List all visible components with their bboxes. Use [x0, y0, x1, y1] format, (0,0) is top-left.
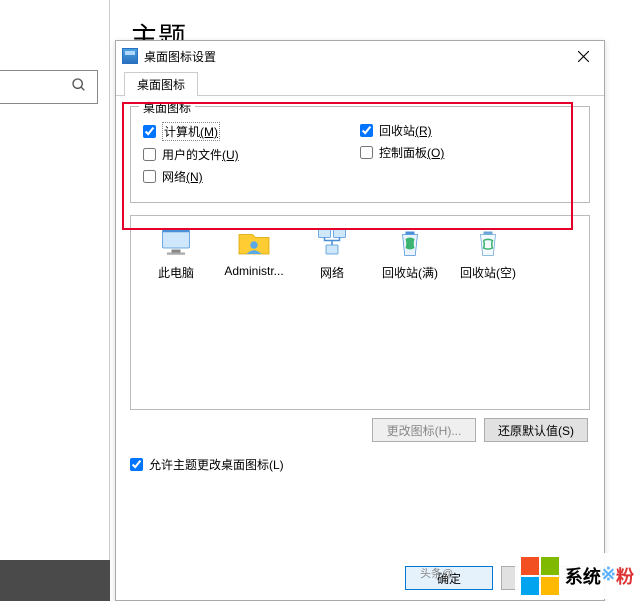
check-recycle[interactable]: 回收站(R): [360, 122, 577, 139]
groupbox-legend: 桌面图标: [139, 99, 195, 116]
check-network-box[interactable]: [143, 170, 156, 183]
restore-default-button[interactable]: 还原默认值(S): [484, 418, 588, 442]
tab-strip: 桌面图标: [116, 71, 604, 96]
check-allow-theme-box[interactable]: [130, 458, 143, 471]
sidebar-dark-strip: [0, 560, 110, 601]
icon-item-network[interactable]: 网络: [293, 224, 371, 281]
dialog-title: 桌面图标设置: [144, 48, 216, 65]
tab-desktop-icons[interactable]: 桌面图标: [124, 72, 198, 96]
dialog-titlebar: 桌面图标设置: [116, 41, 604, 71]
icon-preview-list[interactable]: 此电脑 Administr... 网络 回收站(满): [130, 215, 590, 410]
desktop-icons-groupbox: 桌面图标 计算机(M) 用户的文件(U) 网络(N): [130, 106, 590, 203]
recycle-full-icon: [392, 224, 428, 260]
search-input[interactable]: [0, 70, 98, 104]
microsoft-logo-icon: [521, 557, 559, 595]
check-computer-box[interactable]: [143, 125, 156, 138]
check-cpanel[interactable]: 控制面板(O): [360, 144, 577, 161]
check-recycle-box[interactable]: [360, 124, 373, 137]
site-watermark: 系统※粉: [515, 553, 640, 599]
check-computer[interactable]: 计算机(M): [143, 122, 360, 141]
icon-item-recycle-empty[interactable]: 回收站(空): [449, 224, 527, 281]
settings-back-panel: [0, 0, 110, 560]
close-button[interactable]: [562, 41, 604, 71]
desktop-icon-settings-dialog: 桌面图标设置 桌面图标 桌面图标 计算机(M) 用户的文件(U): [115, 40, 605, 601]
icon-item-this-pc[interactable]: 此电脑: [137, 224, 215, 281]
check-userfiles-box[interactable]: [143, 148, 156, 161]
change-icon-button[interactable]: 更改图标(H)...: [372, 418, 476, 442]
close-icon: [578, 51, 589, 62]
app-icon: [122, 48, 138, 64]
check-network[interactable]: 网络(N): [143, 168, 360, 185]
computer-icon: [158, 224, 194, 260]
recycle-empty-icon: [470, 224, 506, 260]
search-icon: [71, 77, 87, 98]
icon-item-recycle-full[interactable]: 回收站(满): [371, 224, 449, 281]
network-icon: [314, 224, 350, 260]
brand-text: 系统※粉: [565, 563, 634, 589]
user-folder-icon: [236, 224, 272, 260]
check-cpanel-box[interactable]: [360, 146, 373, 159]
check-userfiles[interactable]: 用户的文件(U): [143, 146, 360, 163]
icon-item-administrator[interactable]: Administr...: [215, 224, 293, 278]
check-allow-theme[interactable]: 允许主题更改桌面图标(L): [130, 456, 590, 473]
toutiao-watermark: 头条@: [420, 565, 453, 581]
